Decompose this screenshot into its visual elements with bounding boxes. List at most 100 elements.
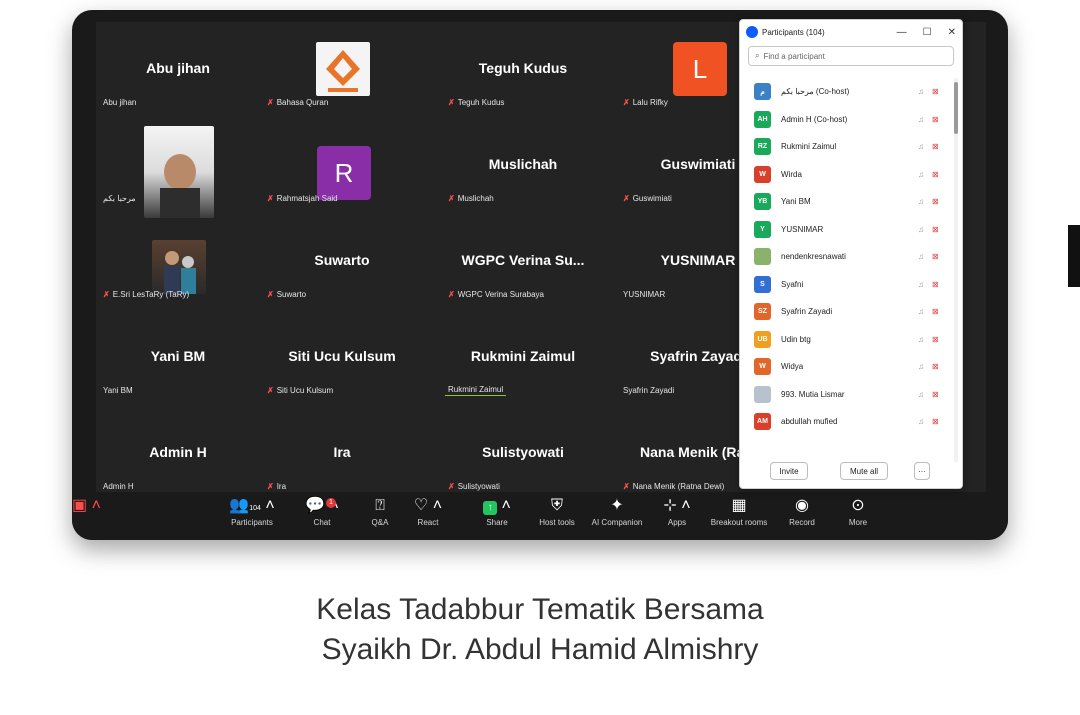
participant-row[interactable]: Y YUSNIMAR ♫ ⊠ — [740, 216, 952, 244]
video-off-icon[interactable]: ⊠ — [932, 362, 939, 371]
tile-name-label: ✗ Lalu Rifky — [623, 98, 668, 107]
panel-title: Participants (104) — [762, 27, 825, 37]
video-off-icon[interactable]: ⊠ — [932, 390, 939, 399]
chat-button[interactable]: 💬 ˄ 1 Chat — [292, 496, 352, 527]
mute-all-button[interactable]: Mute all — [840, 462, 888, 480]
participant-row[interactable]: W Wirda ♫ ⊠ — [740, 161, 952, 189]
video-off-icon[interactable]: ⊠ — [932, 170, 939, 179]
more-button[interactable]: ⊙ More — [828, 496, 888, 527]
video-tile[interactable]: Muslichah ✗ Muslichah — [441, 118, 605, 204]
video-tile[interactable]: ✗ E.Sri LesTaRy (TaRy) — [96, 214, 260, 300]
mic-icon[interactable]: ♫ — [918, 225, 924, 234]
participant-row[interactable]: nendenkresnawati ♫ ⊠ — [740, 243, 952, 271]
close-icon[interactable]: ✕ — [948, 27, 956, 38]
video-off-icon[interactable]: ⊠ — [932, 280, 939, 289]
tile-name-label: ✗ Siti Ucu Kulsum — [267, 386, 334, 395]
react-icon: ♡ ˄ — [413, 497, 443, 514]
mic-icon[interactable]: ♫ — [918, 252, 924, 261]
video-tile[interactable]: Abu jihan Abu jihan — [96, 22, 260, 108]
tile-display-name: Yani BM — [150, 348, 206, 364]
video-tile[interactable]: ✗ Bahasa Quran — [260, 22, 424, 108]
video-off-icon[interactable]: ⊠ — [932, 417, 939, 426]
video-tile[interactable]: Ira ✗ Ira — [260, 406, 424, 492]
mic-icon[interactable]: ♫ — [918, 142, 924, 151]
participant-name: Syafrin Zayadi — [781, 307, 833, 317]
participant-row[interactable]: UB Udin btg ♫ ⊠ — [740, 326, 952, 354]
mic-icon[interactable]: ♫ — [918, 280, 924, 289]
participant-search-input[interactable]: ⌕ Find a participant — [748, 46, 954, 66]
participant-row[interactable]: م مرحبا بكم (Co-host) ♫ ⊠ — [740, 78, 952, 106]
mic-icon[interactable]: ♫ — [918, 417, 924, 426]
mic-icon[interactable]: ♫ — [918, 170, 924, 179]
participant-row[interactable]: AH Admin H (Co-host) ♫ ⊠ — [740, 106, 952, 134]
participants-icon: 👥104 ˄ — [229, 497, 275, 514]
video-tile[interactable]: WGPC Verina Su... ✗ WGPC Verina Surabaya — [441, 214, 605, 300]
participant-row[interactable]: 993. Mutia Lismar ♫ ⊠ — [740, 381, 952, 409]
record-button[interactable]: ◉ Record — [772, 496, 832, 527]
video-tile[interactable]: Sulistyowati ✗ Sulistyowati — [441, 406, 605, 492]
participant-scrollbar[interactable] — [954, 78, 958, 462]
share-button[interactable]: ↑ ˄ Share — [467, 496, 527, 527]
video-off-icon[interactable]: ⊠ — [932, 115, 939, 124]
video-tile[interactable]: Siti Ucu Kulsum ✗ Siti Ucu Kulsum — [260, 310, 424, 396]
mic-icon[interactable]: ♫ — [918, 197, 924, 206]
mic-muted-icon: ✗ — [267, 194, 274, 203]
caption-line-2: Syaikh Dr. Abdul Hamid Almishry — [321, 633, 759, 666]
video-off-icon[interactable]: ⊠ — [932, 335, 939, 344]
video-off-icon[interactable]: ⊠ — [932, 252, 939, 261]
participants-button[interactable]: 👥104 ˄ Participants — [222, 496, 282, 527]
react-button[interactable]: ♡ ˄ React — [398, 496, 458, 527]
mic-icon[interactable]: ♫ — [918, 335, 924, 344]
minimize-icon[interactable]: — — [897, 27, 907, 38]
participant-name: 993. Mutia Lismar — [781, 389, 845, 399]
participant-row[interactable]: RZ Rukmini Zaimul ♫ ⊠ — [740, 133, 952, 161]
participants-panel: Participants (104) — ☐ ✕ ⌕ Find a partic… — [739, 19, 963, 489]
video-tile[interactable]: مرحبا بكم — [96, 118, 260, 218]
video-tile[interactable]: Suwarto ✗ Suwarto — [260, 214, 424, 300]
panel-more-button[interactable]: ··· — [914, 462, 930, 480]
maximize-icon[interactable]: ☐ — [923, 27, 932, 38]
video-off-icon[interactable]: ⊠ — [932, 87, 939, 96]
video-off-icon[interactable]: ⊠ — [932, 225, 939, 234]
ai-companion-button[interactable]: ✦ AI Companion — [587, 496, 647, 527]
video-tile[interactable]: R ✗ Rahmatsjah Said — [260, 118, 424, 204]
mic-icon[interactable]: ♫ — [918, 115, 924, 124]
tile-display-name: WGPC Verina Su... — [461, 252, 585, 268]
mic-icon[interactable]: ♫ — [918, 390, 924, 399]
mic-icon[interactable]: ♫ — [918, 362, 924, 371]
participant-name: Admin H (Co-host) — [781, 114, 848, 124]
participant-row[interactable]: AM abdullah mufied ♫ ⊠ — [740, 408, 952, 436]
participant-row[interactable]: YB Yani BM ♫ ⊠ — [740, 188, 952, 216]
record-icon: ◉ — [795, 497, 809, 514]
participant-row[interactable]: S Syafni ♫ ⊠ — [740, 271, 952, 299]
video-off-icon[interactable]: ⊠ — [932, 142, 939, 151]
tile-display-name: Admin H — [149, 444, 207, 460]
mic-muted-icon: ✗ — [448, 482, 455, 491]
video-tile[interactable]: Admin H Admin H — [96, 406, 260, 492]
video-tile[interactable]: Rukmini Zaimul Rukmini Zaimul — [441, 310, 605, 396]
host-tools-button[interactable]: ⛨ Host tools — [527, 496, 587, 527]
participant-name: Syafni — [781, 279, 804, 289]
breakout-rooms-button[interactable]: ▦ Breakout rooms — [709, 496, 769, 527]
avatar: W — [754, 165, 771, 183]
share-icon: ↑ ˄ — [467, 496, 527, 516]
tile-display-name: Ira — [333, 444, 351, 460]
apps-button[interactable]: ⊹ ˄ Apps — [647, 496, 707, 527]
video-off-icon[interactable]: ⊠ — [932, 307, 939, 316]
shield-icon: ⛨ — [550, 497, 563, 514]
participant-row[interactable]: SZ Syafrin Zayadi ♫ ⊠ — [740, 298, 952, 326]
tile-name-label: ✗ E.Sri LesTaRy (TaRy) — [103, 290, 190, 299]
video-off-icon[interactable]: ⊠ — [932, 197, 939, 206]
mic-icon[interactable]: ♫ — [918, 87, 924, 96]
participant-list: م مرحبا بكم (Co-host) ♫ ⊠ AH Admin H (Co-host… — [740, 78, 952, 462]
avatar: YB — [754, 193, 771, 211]
mic-muted-icon: ✗ — [448, 98, 455, 107]
video-tile[interactable]: Teguh Kudus ✗ Teguh Kudus — [441, 22, 605, 108]
participant-name: nendenkresnawati — [781, 252, 846, 262]
mic-muted-icon: ✗ — [267, 482, 274, 491]
video-tile[interactable]: Yani BM Yani BM — [96, 310, 260, 396]
mic-icon[interactable]: ♫ — [918, 307, 924, 316]
invite-button[interactable]: Invite — [770, 462, 808, 480]
participant-row[interactable]: W Widya ♫ ⊠ — [740, 353, 952, 381]
video-button[interactable]: ▣ ˄ — [72, 496, 112, 516]
